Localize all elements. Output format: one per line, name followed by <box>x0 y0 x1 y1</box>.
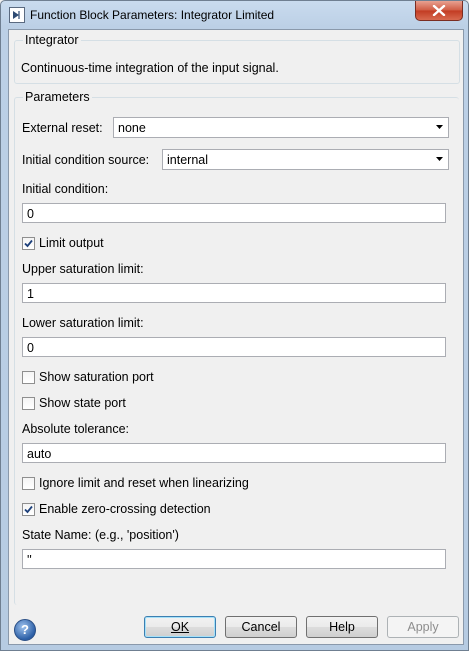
upper-limit-input[interactable]: 1 <box>22 283 446 303</box>
abs-tol-input[interactable]: auto <box>22 443 446 463</box>
block-description-panel: Integrator Continuous-time integration o… <box>14 33 460 84</box>
close-button[interactable] <box>415 1 463 21</box>
cancel-button[interactable]: Cancel <box>225 616 297 638</box>
ic-source-label: Initial condition source: <box>22 153 150 167</box>
ok-button[interactable]: OK <box>144 616 216 638</box>
ok-button-label: OK <box>170 620 190 634</box>
help-icon[interactable]: ? <box>14 619 36 641</box>
abs-tol-label: Absolute tolerance: <box>22 422 130 436</box>
cancel-button-label: Cancel <box>241 620 281 634</box>
lower-limit-label: Lower saturation limit: <box>22 316 144 330</box>
show-state-port-label: Show state port <box>39 396 126 410</box>
zero-crossing-label: Enable zero-crossing detection <box>39 502 211 516</box>
chevron-down-icon <box>436 157 443 161</box>
show-state-port-checkbox[interactable] <box>22 397 35 410</box>
checkmark-icon <box>24 239 33 248</box>
checkmark-icon <box>24 505 33 514</box>
limit-output-label: Limit output <box>39 236 104 250</box>
help-button-label: Help <box>329 620 355 634</box>
lower-limit-input[interactable]: 0 <box>22 337 446 357</box>
apply-button-label: Apply <box>407 620 439 634</box>
dialog-window: Function Block Parameters: Integrator Li… <box>0 0 469 651</box>
external-reset-select[interactable]: none <box>113 117 449 138</box>
block-name: Integrator <box>23 33 81 47</box>
show-saturation-port-checkbox[interactable] <box>22 371 35 384</box>
zero-crossing-checkbox[interactable] <box>22 503 35 516</box>
simulink-block-icon <box>9 7 25 23</box>
external-reset-label: External reset: <box>22 121 103 135</box>
parameters-legend: Parameters <box>23 90 92 104</box>
show-saturation-port-label: Show saturation port <box>39 370 154 384</box>
window-title: Function Block Parameters: Integrator Li… <box>30 8 275 22</box>
ic-input[interactable]: 0 <box>22 203 446 223</box>
ic-label: Initial condition: <box>22 182 109 196</box>
upper-limit-label: Upper saturation limit: <box>22 262 144 276</box>
block-description: Continuous-time integration of the input… <box>21 61 279 75</box>
external-reset-value: none <box>118 121 146 135</box>
close-icon <box>432 5 446 16</box>
ignore-limit-label: Ignore limit and reset when linearizing <box>39 476 249 490</box>
limit-output-checkbox[interactable] <box>22 237 35 250</box>
state-name-input[interactable]: '' <box>22 549 446 569</box>
ic-source-value: internal <box>167 153 208 167</box>
chevron-down-icon <box>436 125 443 129</box>
apply-button[interactable]: Apply <box>387 616 459 638</box>
help-button[interactable]: Help <box>306 616 378 638</box>
ic-source-select[interactable]: internal <box>162 149 449 170</box>
dialog-body: Integrator Continuous-time integration o… <box>8 29 464 645</box>
ignore-limit-checkbox[interactable] <box>22 477 35 490</box>
state-name-label: State Name: (e.g., 'position') <box>22 528 179 542</box>
title-bar[interactable]: Function Block Parameters: Integrator Li… <box>1 1 468 29</box>
